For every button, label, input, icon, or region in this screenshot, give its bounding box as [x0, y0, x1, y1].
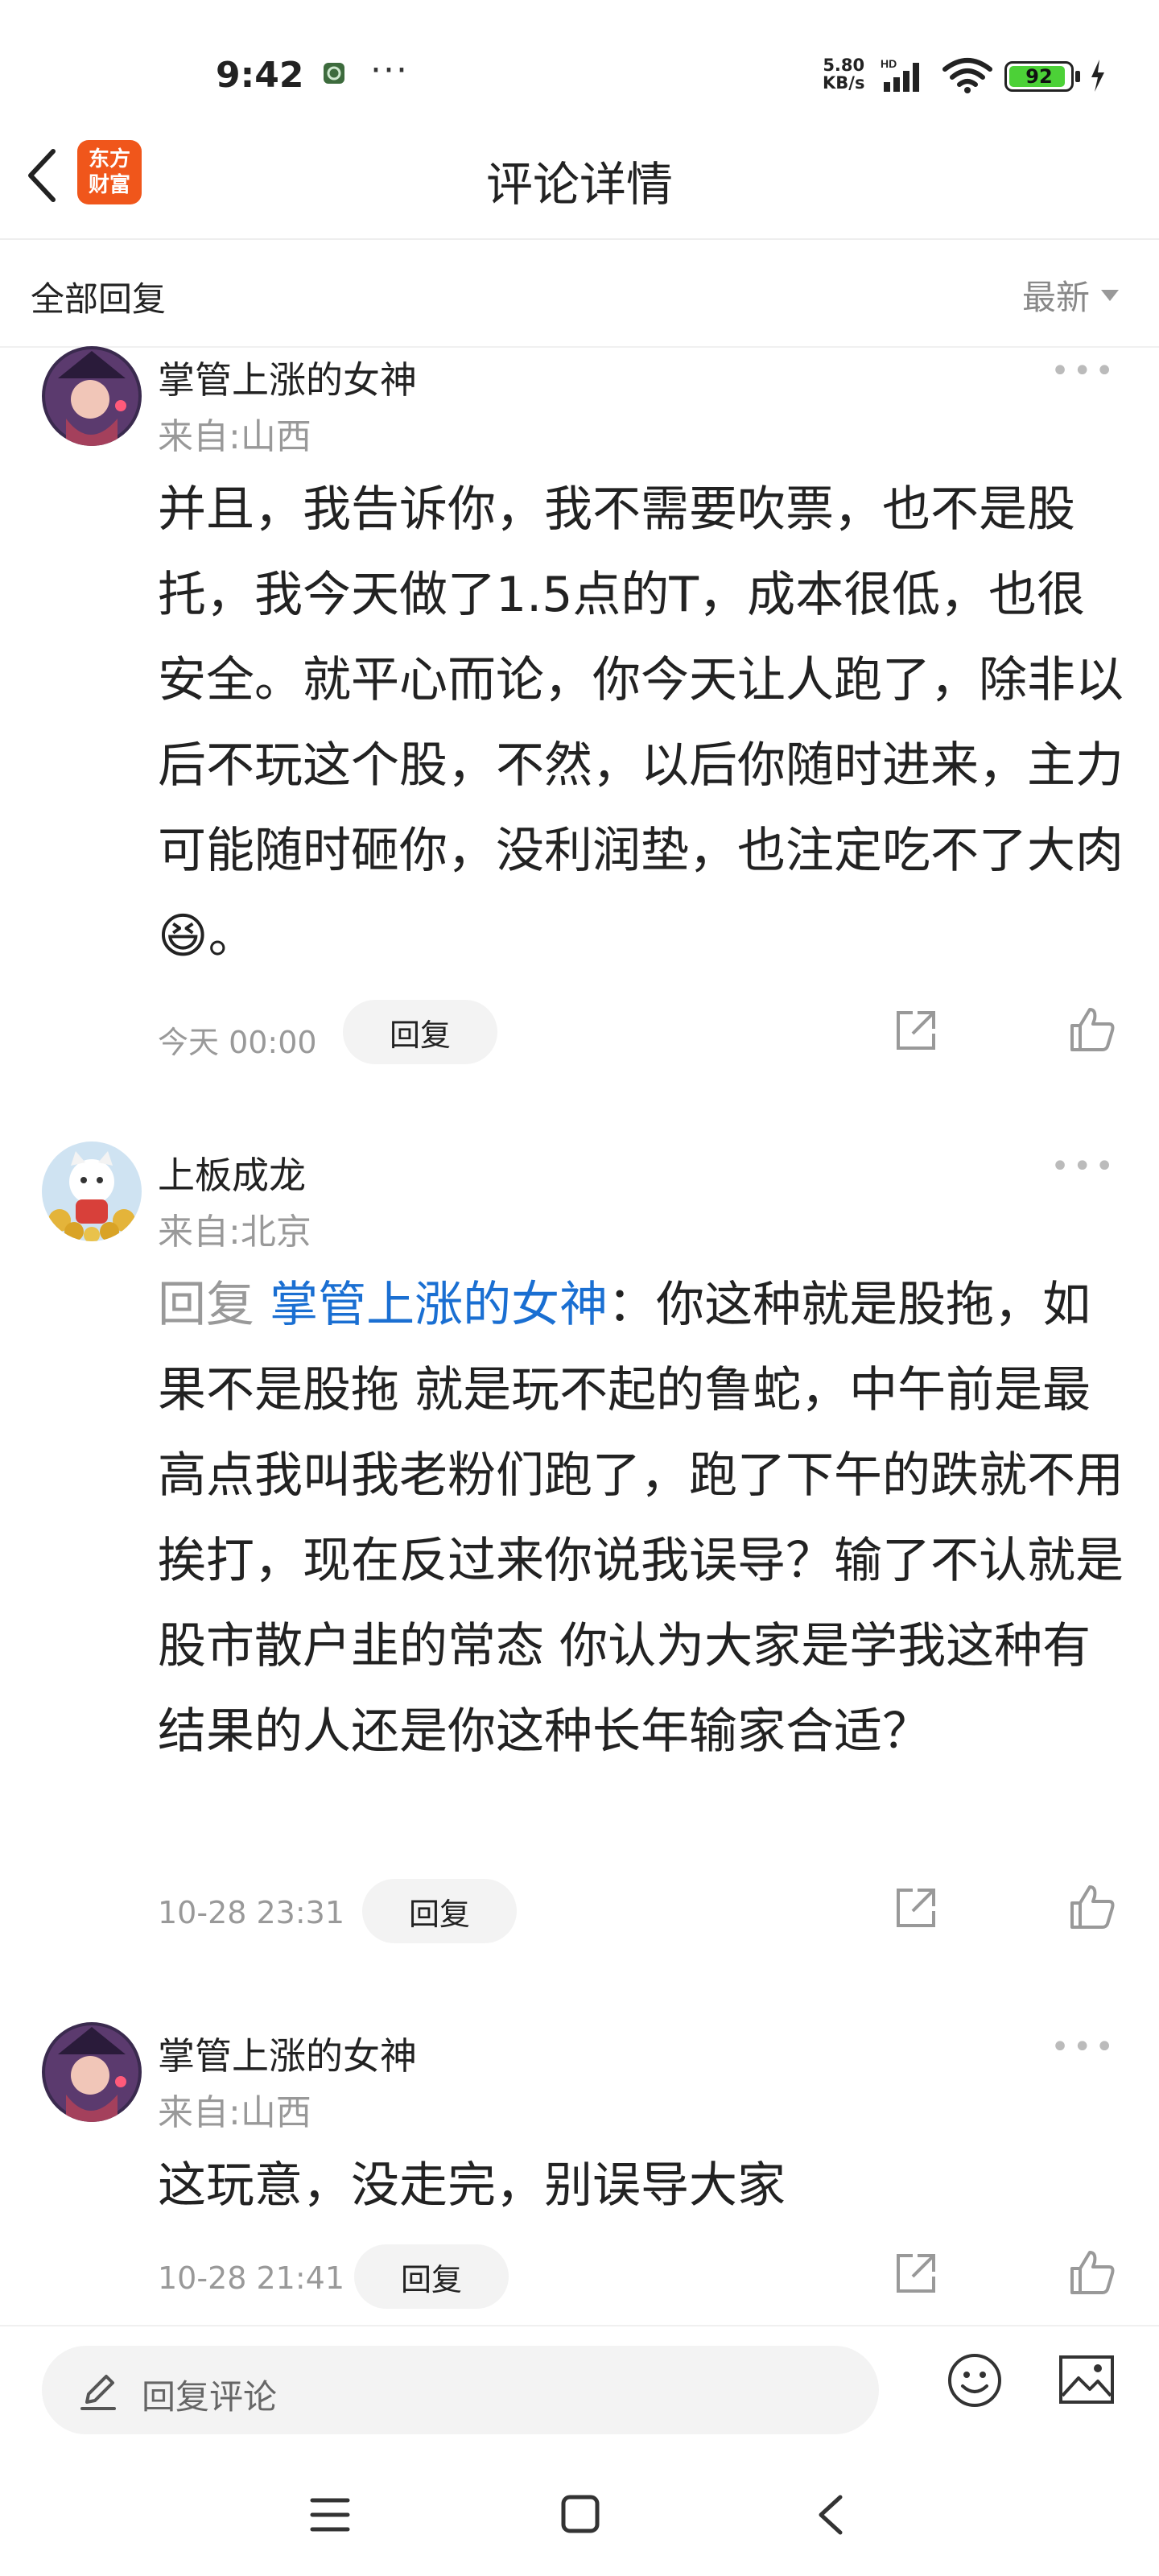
system-nav-bar — [0, 2454, 1159, 2576]
reply-button[interactable]: 回复 — [354, 2244, 509, 2309]
reply-button[interactable]: 回复 — [343, 1000, 497, 1064]
comment-text: 回复 掌管上涨的女神：你这种就是股拖，如果不是股拖 就是玩不起的鲁蛇，中午前是最… — [158, 1277, 1124, 1760]
more-options-icon[interactable]: ••• — [1050, 353, 1117, 390]
status-bar: 9:42 ··· 5.80 KB/s HD 92 — [0, 0, 1159, 113]
svg-text:HD: HD — [881, 58, 897, 70]
sort-label: 最新 — [1021, 278, 1090, 317]
reply-input[interactable]: 回复评论 — [42, 2346, 879, 2434]
menu-icon[interactable] — [309, 2496, 351, 2534]
caret-down-icon — [1101, 289, 1119, 301]
avatar[interactable] — [42, 346, 142, 446]
share-icon[interactable] — [892, 1006, 940, 1055]
charging-icon — [1091, 60, 1104, 92]
like-icon[interactable] — [1067, 1005, 1117, 1055]
more-options-icon[interactable]: ••• — [1050, 1148, 1117, 1185]
battery-icon: 92 — [1004, 61, 1074, 92]
share-icon[interactable] — [892, 2249, 940, 2297]
replies-toolbar: 全部回复 最新 — [0, 238, 1159, 348]
avatar[interactable] — [42, 1141, 142, 1241]
location: 来自:山西 — [158, 416, 311, 457]
signal-icon: HD — [881, 58, 919, 92]
reply-prefix: 回复 — [158, 1277, 270, 1333]
comment-time: 10-28 21:41 — [158, 2260, 345, 2296]
like-icon[interactable] — [1067, 2248, 1117, 2297]
all-replies-label: 全部回复 — [31, 279, 167, 319]
battery-percent: 92 — [1025, 65, 1053, 88]
grinning-emoji-icon: 😆 — [158, 908, 208, 964]
back-icon[interactable] — [815, 2494, 847, 2536]
share-icon[interactable] — [892, 1884, 940, 1932]
comment-time: 10-28 23:31 — [158, 1895, 345, 1930]
top-header: 东方 财富 评论详情 — [0, 113, 1159, 240]
more-options-icon[interactable]: ••• — [1050, 2029, 1117, 2066]
mentioned-user[interactable]: 掌管上涨的女神 — [270, 1277, 608, 1333]
username[interactable]: 掌管上涨的女神 — [158, 2027, 417, 2080]
location: 来自:北京 — [158, 1212, 311, 1253]
home-icon[interactable] — [560, 2494, 600, 2534]
wifi-icon — [942, 58, 992, 93]
more-notifications-icon: ··· — [370, 50, 409, 91]
like-icon[interactable] — [1067, 1882, 1117, 1932]
battery-cap — [1075, 71, 1080, 82]
pencil-icon — [80, 2375, 116, 2410]
username[interactable]: 上板成龙 — [158, 1146, 306, 1199]
username[interactable]: 掌管上涨的女神 — [158, 351, 417, 404]
location: 来自:山西 — [158, 2092, 311, 2133]
network-speed: 5.80 KB/s — [823, 56, 865, 93]
sort-dropdown[interactable]: 最新 — [1022, 270, 1119, 320]
comment-text: 并且，我告诉你，我不需要吹票，也不是股托，我今天做了1.5点的T，成本很低，也很… — [158, 481, 1124, 964]
emoji-icon[interactable] — [947, 2352, 1003, 2409]
app-notification-icon — [324, 63, 344, 84]
reply-button[interactable]: 回复 — [362, 1879, 517, 1943]
clock: 9:42 — [216, 55, 304, 96]
comment-text: 这玩意，没走完，别误导大家 — [158, 2157, 786, 2214]
reply-bar: 回复评论 — [0, 2325, 1159, 2455]
reply-placeholder: 回复评论 — [142, 2377, 278, 2417]
image-icon[interactable] — [1058, 2354, 1116, 2405]
page-title: 评论详情 — [485, 157, 673, 212]
avatar[interactable] — [42, 2022, 142, 2122]
comment-time: 今天 00:00 — [158, 1025, 317, 1060]
